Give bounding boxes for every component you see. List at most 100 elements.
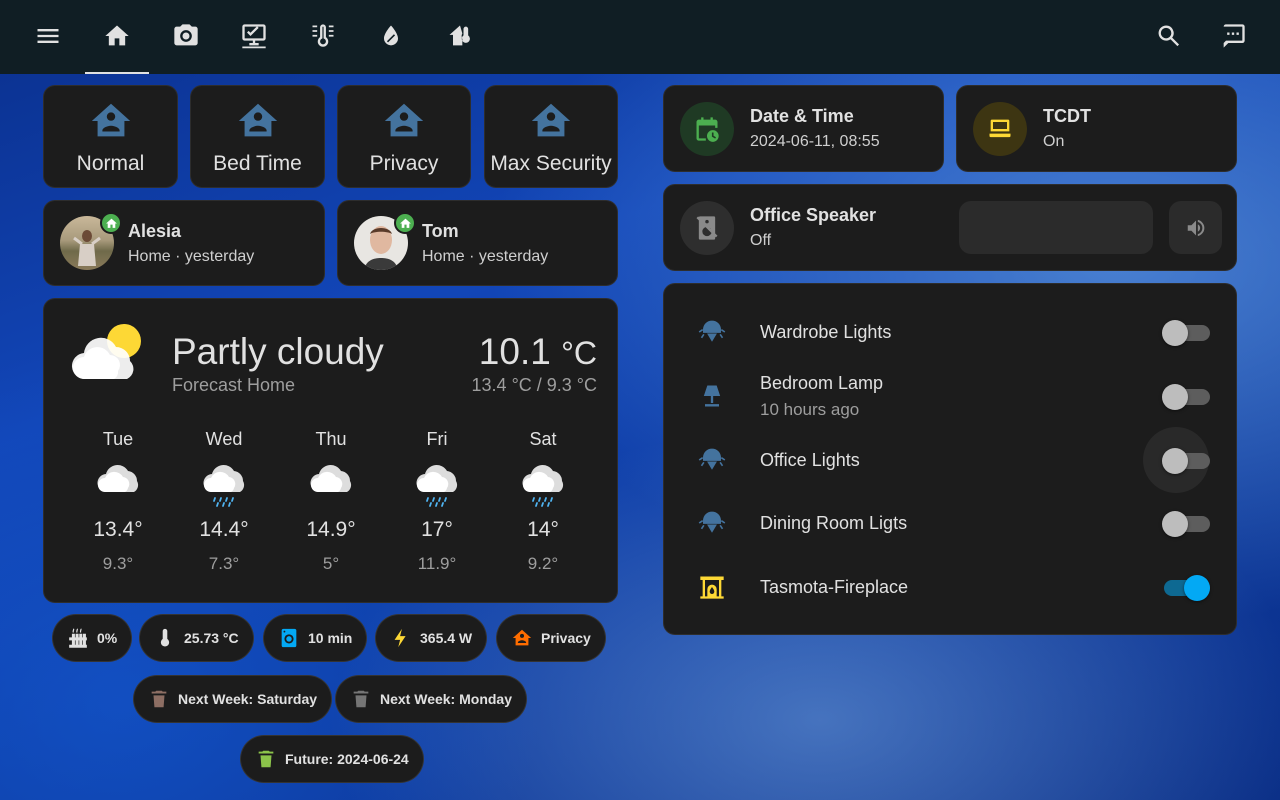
chip-heater[interactable]: 0%: [52, 614, 133, 662]
home-thermometer-icon[interactable]: [442, 18, 478, 54]
tile-date-time[interactable]: Date & Time 2024-06-11, 08:55: [663, 85, 944, 172]
chip-washer[interactable]: 10 min: [263, 614, 368, 662]
lamp-icon: [696, 380, 728, 412]
menu-icon[interactable]: [30, 18, 66, 54]
mode-label: Bed Time: [213, 152, 302, 175]
person-card-tom[interactable]: Tom Home · yesterday: [337, 200, 618, 286]
partly-cloudy-icon: [70, 321, 146, 385]
avatar: [60, 212, 122, 270]
forecast-day-name: Fri: [426, 429, 448, 449]
mode-label: Normal: [76, 152, 145, 175]
volume-icon: [1187, 219, 1204, 236]
mode-button-privacy[interactable]: Privacy: [337, 85, 471, 188]
camera-icon[interactable]: [168, 18, 204, 54]
forecast-day: Thu 14.9° 5°: [291, 429, 371, 574]
laptop-icon: [973, 101, 1027, 156]
fireplace-icon: [696, 571, 728, 603]
trash-can-icon: [353, 690, 369, 708]
lights-card: Wardrobe Lights Bedroom Lamp 10 hours ago O…: [663, 283, 1237, 635]
message-icon[interactable]: [1215, 18, 1251, 54]
light-toggle-switch[interactable]: [1162, 505, 1210, 541]
thermometer-lines-icon[interactable]: [305, 18, 341, 54]
temperature-range: 13.4 °C / 9.3 °C: [471, 375, 597, 395]
light-row[interactable]: Dining Room Ligts: [664, 493, 1238, 553]
tile-value: On: [1043, 133, 1065, 150]
mode-button-max-security[interactable]: Max Security: [484, 85, 618, 188]
forecast-low: 9.3°: [102, 554, 134, 573]
top-app-bar: [0, 0, 1280, 74]
forecast-high: 14.9°: [306, 518, 356, 541]
forecast-day-name: Tue: [102, 429, 134, 449]
mode-label: Max Security: [490, 152, 612, 175]
tile-title: Office Speaker: [750, 205, 877, 225]
person-card-alesia[interactable]: Alesia Home · yesterday: [43, 200, 325, 286]
chip-temperature[interactable]: 25.73 °C: [139, 614, 254, 662]
chip-bin-1[interactable]: Next Week: Saturday: [133, 675, 333, 723]
monitor-check-icon[interactable]: [236, 18, 272, 54]
light-name: Dining Room Ligts: [760, 512, 908, 533]
volume-slider[interactable]: [959, 201, 1153, 254]
mode-button-normal[interactable]: Normal: [43, 85, 178, 188]
light-row[interactable]: Bedroom Lamp 10 hours ago: [664, 366, 1238, 426]
person-status: Home · yesterday: [422, 247, 549, 265]
search-icon[interactable]: [1151, 18, 1187, 54]
active-tab-indicator: [85, 72, 149, 74]
weather-card[interactable]: Partly cloudy Forecast Home 10.1 °C 13.4…: [43, 298, 618, 603]
forecast-high: 14.4°: [199, 518, 249, 541]
rainy-icon: [184, 454, 264, 512]
water-off-icon[interactable]: [373, 18, 409, 54]
chip-value: Privacy: [541, 630, 591, 646]
light-row[interactable]: Wardrobe Lights: [664, 302, 1238, 362]
lightning-bolt-icon: [394, 628, 406, 648]
home-account-icon: [384, 103, 424, 137]
chip-value: Future: 2024-06-24: [285, 751, 409, 767]
light-toggle-switch[interactable]: [1162, 378, 1210, 414]
ceiling-light-icon: [696, 444, 728, 476]
light-name: Office Lights: [760, 449, 860, 470]
light-name: Tasmota-Fireplace: [760, 576, 909, 597]
home-account-icon: [238, 103, 277, 137]
home-badge-icon: [394, 212, 416, 234]
weather-source: Forecast Home: [172, 375, 296, 395]
chip-mode[interactable]: Privacy: [496, 614, 606, 662]
chip-bin-3[interactable]: Future: 2024-06-24: [240, 735, 424, 783]
ceiling-light-icon: [696, 316, 728, 348]
forecast-low: 9.2°: [527, 554, 559, 573]
home-badge-icon: [100, 212, 122, 234]
temperature-value: 10.1: [478, 331, 551, 372]
chip-bin-2[interactable]: Next Week: Monday: [335, 675, 527, 723]
weather-condition: Partly cloudy: [172, 331, 384, 372]
home-account-icon: [91, 103, 130, 137]
tile-office-speaker[interactable]: Office Speaker Off: [663, 184, 1237, 271]
light-toggle-switch[interactable]: [1162, 314, 1210, 350]
ceiling-light-icon: [696, 507, 728, 539]
chip-value: Next Week: Monday: [380, 691, 512, 707]
tile-tcdt[interactable]: TCDT On: [956, 85, 1237, 172]
forecast-high: 14°: [527, 518, 559, 541]
rainy-icon: [397, 454, 477, 512]
mute-button[interactable]: [1169, 201, 1222, 254]
speaker-off-icon: [680, 200, 734, 255]
mode-label: Privacy: [369, 152, 439, 175]
avatar: [354, 212, 416, 270]
thermometer-icon: [160, 628, 170, 647]
forecast-low: 11.9°: [417, 554, 457, 573]
tile-title: TCDT: [1043, 106, 1091, 126]
current-temperature: 10.1 °C: [479, 331, 597, 373]
light-name: Wardrobe Lights: [760, 321, 892, 342]
light-toggle-switch[interactable]: [1162, 569, 1210, 605]
light-name: Bedroom Lamp: [760, 372, 884, 393]
forecast-day-name: Thu: [315, 429, 347, 449]
mode-button-bed-time[interactable]: Bed Time: [190, 85, 325, 188]
forecast-day: Wed 14.4° 7.3°: [184, 429, 264, 574]
person-status: Home · yesterday: [128, 247, 255, 265]
light-row[interactable]: Tasmota-Fireplace: [664, 557, 1238, 617]
light-toggle-switch[interactable]: [1162, 442, 1210, 478]
chip-power[interactable]: 365.4 W: [375, 614, 488, 662]
light-row[interactable]: Office Lights: [664, 427, 1238, 493]
home-account-icon: [531, 103, 571, 137]
home-icon[interactable]: [99, 18, 135, 54]
light-text: Office Lights: [760, 450, 860, 471]
light-text: Wardrobe Lights: [760, 322, 891, 343]
person-name: Tom: [422, 220, 459, 241]
